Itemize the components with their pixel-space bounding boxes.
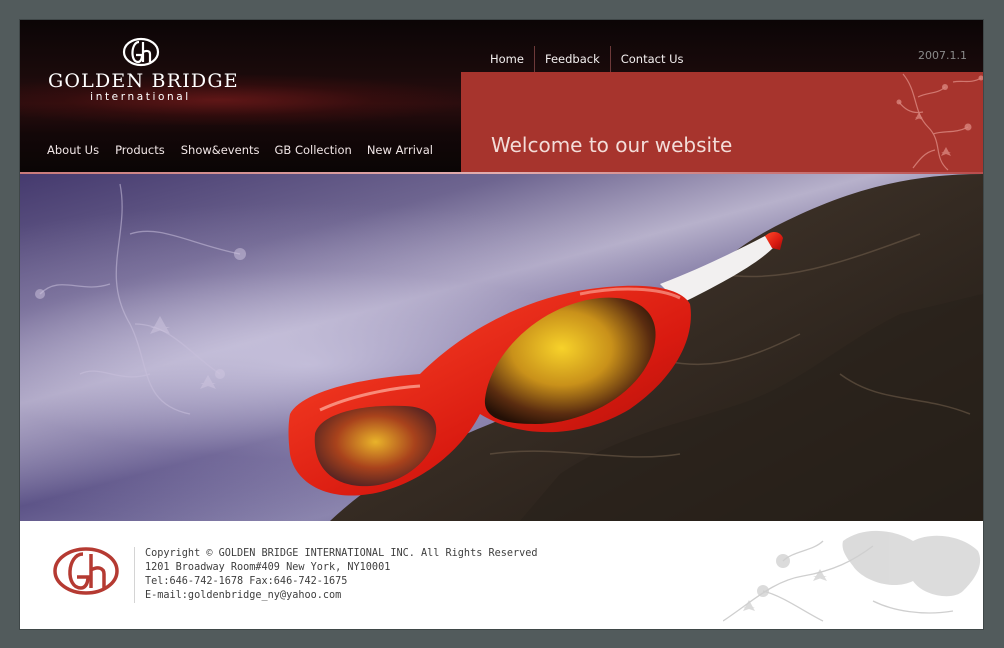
nav-new-arrival[interactable]: New Arrival — [367, 143, 433, 157]
gb-logo-icon — [122, 37, 159, 67]
top-nav: Home Feedback Contact Us — [480, 46, 694, 72]
nav-contact-us[interactable]: Contact Us — [611, 52, 694, 66]
nav-show-events[interactable]: Show&events — [181, 143, 260, 157]
header: GOLDEN BRIDGE international About Us Pro… — [20, 20, 983, 172]
footer-divider — [134, 547, 135, 603]
page-frame: GOLDEN BRIDGE international About Us Pro… — [20, 20, 983, 629]
footer-phone-fax: Tel:646-742-1678 Fax:646-742-1675 — [145, 576, 348, 587]
footer-copyright: Copyright © GOLDEN BRIDGE INTERNATIONAL … — [145, 548, 538, 559]
welcome-heading: Welcome to our website — [491, 133, 733, 157]
floral-decoration-icon — [723, 530, 981, 622]
nav-home[interactable]: Home — [480, 52, 534, 66]
nav-about-us[interactable]: About Us — [47, 143, 99, 157]
hero-banner — [20, 174, 983, 521]
welcome-panel: Welcome to our website — [461, 72, 983, 172]
brand-logo[interactable]: GOLDEN BRIDGE international — [48, 36, 239, 103]
footer-email[interactable]: E-mail:goldenbridge_ny@yahoo.com — [145, 589, 538, 603]
footer: Copyright © GOLDEN BRIDGE INTERNATIONAL … — [20, 521, 983, 629]
nav-gb-collection[interactable]: GB Collection — [274, 143, 351, 157]
brand-subtitle: international — [90, 91, 191, 103]
footer-address: 1201 Broadway Room#409 New York, NY10001 — [145, 562, 391, 573]
sunglasses-hero-icon — [35, 174, 983, 521]
brand-name: GOLDEN BRIDGE — [48, 70, 239, 92]
version-date: 2007.1.1 — [918, 49, 967, 62]
nav-products[interactable]: Products — [115, 143, 165, 157]
footer-contact-info: Copyright © GOLDEN BRIDGE INTERNATIONAL … — [145, 547, 538, 603]
gb-footer-logo-icon — [53, 547, 119, 595]
nav-feedback[interactable]: Feedback — [535, 52, 610, 66]
floral-ornament-icon — [896, 73, 983, 171]
main-nav: About Us Products Show&events GB Collect… — [47, 143, 433, 157]
